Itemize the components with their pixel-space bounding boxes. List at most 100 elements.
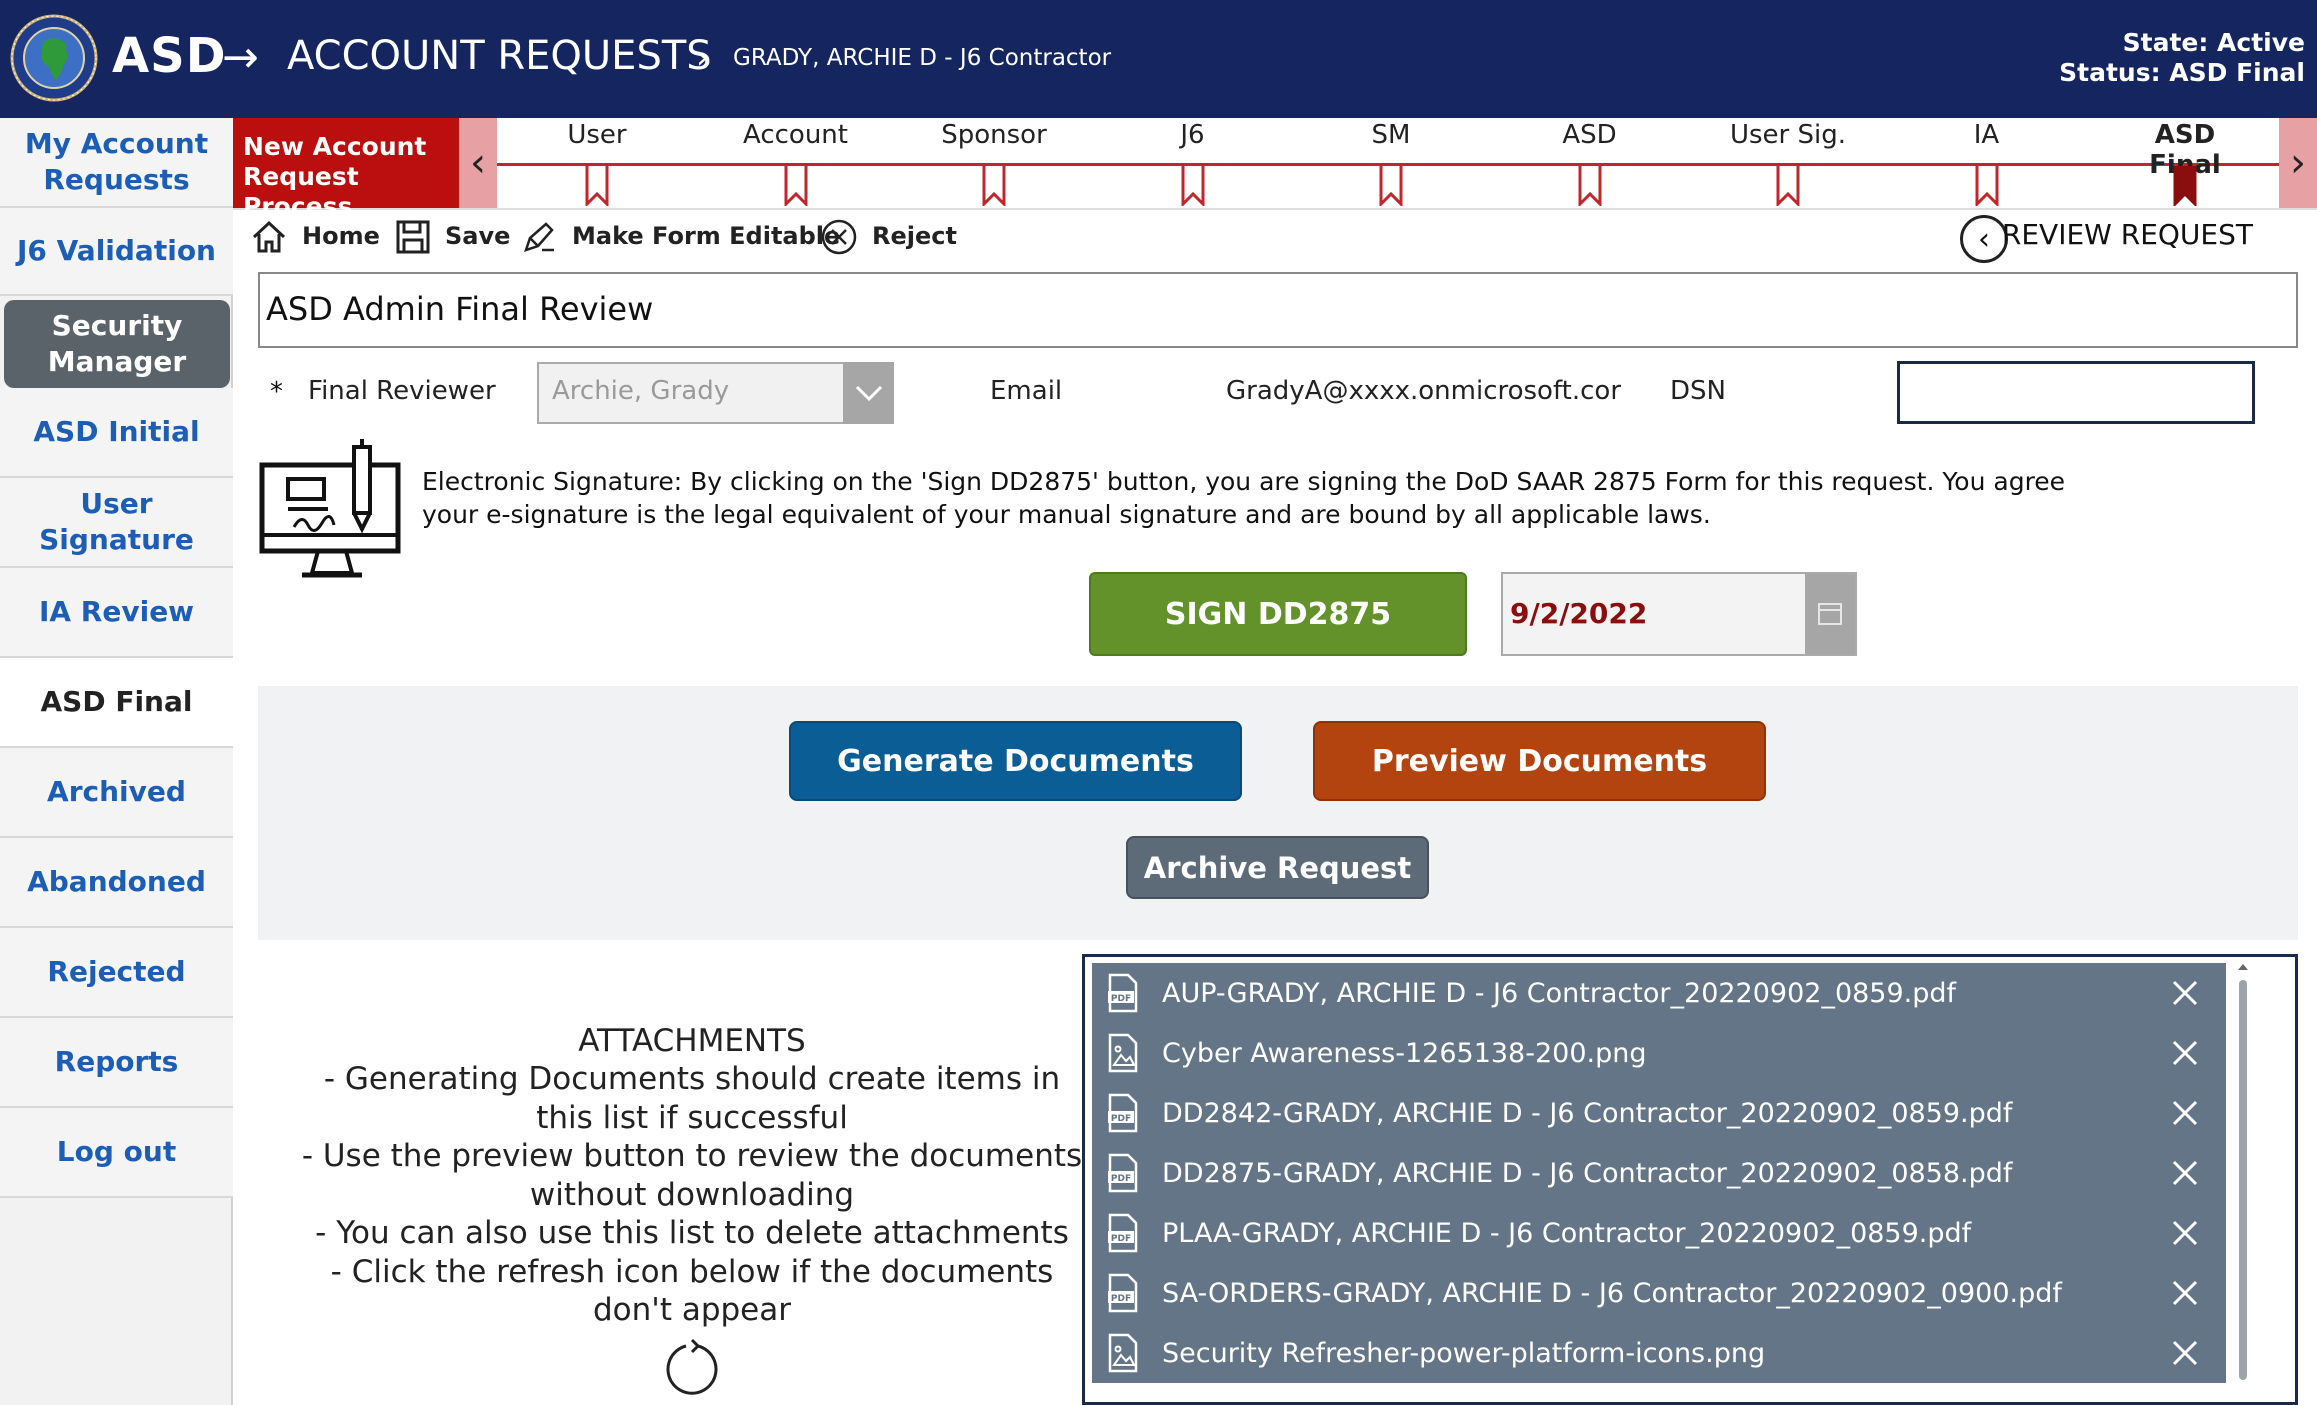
save-button[interactable]: Save <box>445 222 510 250</box>
attachment-row[interactable]: PDF AUP-GRADY, ARCHIE D - J6 Contractor_2… <box>1092 963 2226 1023</box>
final-reviewer-label: Final Reviewer <box>308 376 496 406</box>
pdf-icon: PDF <box>1108 1213 1138 1253</box>
bookmark-icon <box>1776 166 1800 206</box>
chevron-left-icon[interactable]: ‹ <box>459 118 497 208</box>
attachment-row[interactable]: PDF DD2875-GRADY, ARCHIE D - J6 Contracto… <box>1092 1143 2226 1203</box>
sidebar-item-abandoned[interactable]: Abandoned <box>0 838 233 928</box>
attachment-name[interactable]: DD2875-GRADY, ARCHIE D - J6 Contractor_2… <box>1162 1158 2168 1189</box>
process-step-j6[interactable]: J6 <box>1123 120 1263 150</box>
chevron-right-icon[interactable]: › <box>2279 118 2317 208</box>
sidebar-item-label: J6 Validation <box>17 233 216 267</box>
image-icon <box>1108 1333 1138 1373</box>
email-value: GradyA@xxxx.onmicrosoft.cor <box>1226 376 1622 406</box>
sidebar-item-my-account-requests[interactable]: My Account Requests <box>0 118 233 208</box>
review-request-link[interactable]: REVIEW REQUEST <box>2002 218 2253 251</box>
attachment-name[interactable]: SA-ORDERS-GRADY, ARCHIE D - J6 Contracto… <box>1162 1278 2168 1309</box>
sidebar-item-user-signature[interactable]: User Signature <box>0 478 233 568</box>
bookmark-icon <box>2173 166 2197 206</box>
dsn-label: DSN <box>1670 376 1726 406</box>
sidebar-item-log-out[interactable]: Log out <box>0 1108 233 1198</box>
home-icon[interactable] <box>250 218 288 256</box>
sidebar-item-label: Log out <box>56 1134 177 1168</box>
bookmark-icon <box>1578 166 1601 206</box>
process-step-asd[interactable]: ASD <box>1520 120 1660 150</box>
delete-attachment-icon[interactable] <box>2168 1276 2202 1310</box>
delete-attachment-icon[interactable] <box>2168 1216 2202 1250</box>
attachment-name[interactable]: Cyber Awareness-1265138-200.png <box>1162 1038 2168 1069</box>
bookmark-icon <box>784 166 807 206</box>
sign-date-value: 9/2/2022 <box>1510 597 1648 630</box>
preview-documents-button[interactable]: Preview Documents <box>1313 721 1766 801</box>
attachment-row[interactable]: PDF SA-ORDERS-GRADY, ARCHIE D - J6 Contra… <box>1092 1263 2226 1323</box>
process-step-account[interactable]: Account <box>726 120 866 150</box>
reject-circle-x-icon[interactable] <box>820 218 858 256</box>
sidebar-item-asd-initial[interactable]: ASD Initial <box>0 388 233 478</box>
attachment-row[interactable]: Cyber Awareness-1265138-200.png <box>1092 1023 2226 1083</box>
process-step-sm[interactable]: SM <box>1321 120 1461 150</box>
calendar-icon[interactable] <box>1805 574 1855 654</box>
sidebar-item-asd-final[interactable]: ASD Final <box>0 658 233 748</box>
sidebar-item-label: Reports <box>54 1044 179 1078</box>
sidebar: My Account Requests J6 Validation Securi… <box>0 118 233 1405</box>
back-circle-icon[interactable]: ‹ <box>1960 215 2008 263</box>
refresh-icon[interactable] <box>664 1338 720 1396</box>
dsn-input[interactable] <box>1897 361 2255 424</box>
edit-pen-icon[interactable] <box>520 218 558 256</box>
svg-text:PDF: PDF <box>1111 1234 1131 1244</box>
image-icon <box>1108 1033 1138 1073</box>
archive-request-button[interactable]: Archive Request <box>1126 836 1429 899</box>
generate-documents-button[interactable]: Generate Documents <box>789 721 1242 801</box>
sidebar-item-label: User Signature <box>39 486 194 556</box>
new-process-label[interactable]: New Account Request Process <box>233 118 459 221</box>
svg-text:PDF: PDF <box>1111 1114 1131 1124</box>
command-seal-logo <box>10 14 98 102</box>
attachment-name[interactable]: AUP-GRADY, ARCHIE D - J6 Contractor_2022… <box>1162 978 2168 1009</box>
process-step-sponsor[interactable]: Sponsor <box>924 120 1064 150</box>
scrollbar[interactable] <box>2233 960 2253 1400</box>
svg-text:PDF: PDF <box>1111 1174 1131 1184</box>
save-icon[interactable] <box>394 218 432 256</box>
delete-attachment-icon[interactable] <box>2168 976 2202 1010</box>
document-actions-panel <box>258 686 2298 940</box>
delete-attachment-icon[interactable] <box>2168 1156 2202 1190</box>
reject-button[interactable]: Reject <box>872 222 957 250</box>
breadcrumb-user: GRADY, ARCHIE D - J6 Contractor <box>733 45 1112 71</box>
make-form-editable-button[interactable]: Make Form Editable <box>572 222 840 250</box>
sidebar-item-label: Archived <box>47 774 186 808</box>
attachment-name[interactable]: Security Refresher-power-platform-icons.… <box>1162 1338 2168 1369</box>
delete-attachment-icon[interactable] <box>2168 1036 2202 1070</box>
delete-attachment-icon[interactable] <box>2168 1336 2202 1370</box>
sidebar-item-label: ASD Final <box>40 684 193 718</box>
process-step-ia[interactable]: IA <box>1917 120 2057 150</box>
bookmark-icon <box>1379 166 1403 206</box>
sidebar-item-ia-review[interactable]: IA Review <box>0 568 233 658</box>
chevron-down-icon[interactable] <box>843 362 894 424</box>
process-step-user[interactable]: User <box>527 120 667 150</box>
sidebar-item-security-manager[interactable]: Security Manager <box>4 300 230 388</box>
svg-text:PDF: PDF <box>1111 1294 1131 1304</box>
sidebar-item-archived[interactable]: Archived <box>0 748 233 838</box>
sidebar-item-reports[interactable]: Reports <box>0 1018 233 1108</box>
attachment-name[interactable]: DD2842-GRADY, ARCHIE D - J6 Contractor_2… <box>1162 1098 2168 1129</box>
attachments-instructions: ATTACHMENTS - Generating Documents shoul… <box>301 1023 1083 1329</box>
app-title[interactable]: ASD <box>112 28 227 84</box>
sidebar-item-label: IA Review <box>38 594 195 628</box>
bookmark-icon <box>1975 166 1998 206</box>
attachment-row[interactable]: Security Refresher-power-platform-icons.… <box>1092 1323 2226 1383</box>
home-button[interactable]: Home <box>302 222 380 250</box>
attachment-name[interactable]: PLAA-GRADY, ARCHIE D - J6 Contractor_202… <box>1162 1218 2168 1249</box>
delete-attachment-icon[interactable] <box>2168 1096 2202 1130</box>
sign-dd2875-button[interactable]: SIGN DD2875 <box>1089 572 1467 656</box>
attachments-list[interactable]: PDF AUP-GRADY, ARCHIE D - J6 Contractor_2… <box>1092 963 2226 1383</box>
status-text: Status: ASD Final <box>2059 58 2305 87</box>
signature-monitor-icon <box>259 439 401 578</box>
sidebar-item-j6-validation[interactable]: J6 Validation <box>0 208 233 296</box>
attachment-row[interactable]: PDF DD2842-GRADY, ARCHIE D - J6 Contracto… <box>1092 1083 2226 1143</box>
attachment-row[interactable]: PDF PLAA-GRADY, ARCHIE D - J6 Contractor_… <box>1092 1203 2226 1263</box>
chevron-right-icon: › <box>696 38 709 76</box>
sidebar-item-label: My Account Requests <box>24 126 209 196</box>
svg-text:PDF: PDF <box>1111 994 1131 1004</box>
sidebar-item-rejected[interactable]: Rejected <box>0 928 233 1018</box>
sidebar-item-label: ASD Initial <box>33 414 200 448</box>
process-step-user-sig[interactable]: User Sig. <box>1718 120 1858 150</box>
